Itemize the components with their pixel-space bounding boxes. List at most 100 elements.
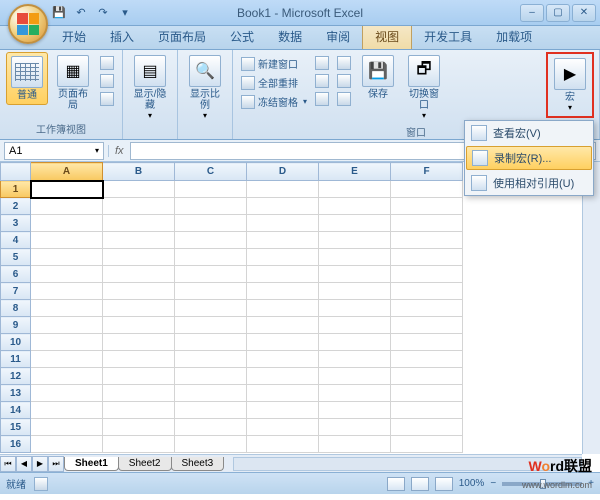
cell[interactable]: [175, 385, 247, 402]
cell[interactable]: [175, 351, 247, 368]
cell[interactable]: [103, 181, 175, 198]
save-icon[interactable]: 💾: [50, 4, 68, 22]
unhide-button[interactable]: [313, 91, 331, 107]
cell[interactable]: [31, 249, 103, 266]
cell[interactable]: [391, 317, 463, 334]
new-window-button[interactable]: 新建窗口: [239, 55, 309, 72]
custom-views-button[interactable]: [98, 73, 116, 89]
cell[interactable]: [31, 266, 103, 283]
row-header[interactable]: 9: [1, 317, 31, 334]
cell[interactable]: [247, 351, 319, 368]
cell[interactable]: [391, 232, 463, 249]
select-all-corner[interactable]: [1, 163, 31, 181]
cell[interactable]: [31, 317, 103, 334]
cell[interactable]: [247, 368, 319, 385]
cell[interactable]: [175, 266, 247, 283]
cell[interactable]: [247, 266, 319, 283]
fx-icon[interactable]: fx: [108, 145, 130, 157]
column-header[interactable]: D: [247, 163, 319, 181]
column-header[interactable]: B: [103, 163, 175, 181]
vertical-scrollbar[interactable]: [582, 162, 600, 454]
office-button[interactable]: [8, 4, 48, 44]
cell[interactable]: [175, 317, 247, 334]
cell[interactable]: [175, 334, 247, 351]
pagelayout-view-button[interactable]: ▦ 页面布局: [52, 52, 94, 114]
sheet-tab-1[interactable]: Sheet1: [64, 457, 119, 471]
cell[interactable]: [103, 334, 175, 351]
cell[interactable]: [319, 232, 391, 249]
sheet-nav-last[interactable]: ⏭: [48, 456, 64, 472]
compare-button[interactable]: [335, 55, 353, 71]
cell[interactable]: [391, 215, 463, 232]
macro-record-status-icon[interactable]: [34, 477, 48, 491]
macros-button[interactable]: ▶ 宏 ▾: [549, 55, 591, 115]
cell[interactable]: [175, 300, 247, 317]
column-header[interactable]: C: [175, 163, 247, 181]
row-header[interactable]: 6: [1, 266, 31, 283]
undo-icon[interactable]: ↶: [72, 4, 90, 22]
cell[interactable]: [31, 232, 103, 249]
cell[interactable]: [31, 436, 103, 453]
cell[interactable]: [319, 419, 391, 436]
tab-pagelayout[interactable]: 页面布局: [146, 24, 218, 49]
sheet-nav-next[interactable]: ▶: [32, 456, 48, 472]
zoom-button[interactable]: 🔍 显示比例 ▾: [184, 52, 226, 123]
cell[interactable]: [247, 334, 319, 351]
cell[interactable]: [391, 419, 463, 436]
sheet-tab-2[interactable]: Sheet2: [118, 457, 172, 471]
cell[interactable]: [391, 249, 463, 266]
cell[interactable]: [175, 232, 247, 249]
row-header[interactable]: 16: [1, 436, 31, 453]
cell[interactable]: [31, 215, 103, 232]
cell[interactable]: [175, 249, 247, 266]
cell[interactable]: [175, 368, 247, 385]
column-header[interactable]: A: [31, 163, 103, 181]
cell[interactable]: [319, 249, 391, 266]
cell[interactable]: [103, 249, 175, 266]
sync-scroll-button[interactable]: [335, 73, 353, 89]
redo-icon[interactable]: ↷: [94, 4, 112, 22]
row-header[interactable]: 5: [1, 249, 31, 266]
pagebreak-button[interactable]: [98, 55, 116, 71]
cell[interactable]: [31, 181, 103, 198]
menu-view-macros[interactable]: 查看宏(V): [465, 121, 593, 145]
close-button[interactable]: ✕: [572, 4, 596, 22]
cell[interactable]: [175, 402, 247, 419]
cell[interactable]: [247, 436, 319, 453]
cell[interactable]: [175, 283, 247, 300]
menu-record-macro[interactable]: 录制宏(R)...: [466, 146, 592, 170]
row-header[interactable]: 7: [1, 283, 31, 300]
name-box[interactable]: A1 ▾: [4, 142, 104, 160]
cell[interactable]: [319, 334, 391, 351]
cell[interactable]: [319, 300, 391, 317]
minimize-button[interactable]: –: [520, 4, 544, 22]
cell[interactable]: [31, 385, 103, 402]
freeze-panes-button[interactable]: 冻结窗格▾: [239, 93, 309, 110]
cell[interactable]: [103, 232, 175, 249]
row-header[interactable]: 12: [1, 368, 31, 385]
qat-dropdown-icon[interactable]: ▾: [116, 4, 134, 22]
cell[interactable]: [103, 368, 175, 385]
cell[interactable]: [319, 385, 391, 402]
cell[interactable]: [103, 385, 175, 402]
cell[interactable]: [391, 334, 463, 351]
cell[interactable]: [319, 198, 391, 215]
cell[interactable]: [391, 368, 463, 385]
row-header[interactable]: 10: [1, 334, 31, 351]
hide-button[interactable]: [313, 73, 331, 89]
fullscreen-button[interactable]: [98, 91, 116, 107]
cell[interactable]: [319, 215, 391, 232]
tab-insert[interactable]: 插入: [98, 24, 146, 49]
row-header[interactable]: 1: [1, 181, 31, 198]
cell[interactable]: [103, 215, 175, 232]
row-header[interactable]: 2: [1, 198, 31, 215]
cell[interactable]: [175, 215, 247, 232]
cell[interactable]: [391, 266, 463, 283]
tab-developer[interactable]: 开发工具: [412, 24, 484, 49]
cell[interactable]: [319, 317, 391, 334]
row-header[interactable]: 8: [1, 300, 31, 317]
tab-addins[interactable]: 加载项: [484, 24, 544, 49]
cell[interactable]: [247, 317, 319, 334]
menu-relative-ref[interactable]: 使用相对引用(U): [465, 171, 593, 195]
sheet-tab-3[interactable]: Sheet3: [171, 457, 225, 471]
